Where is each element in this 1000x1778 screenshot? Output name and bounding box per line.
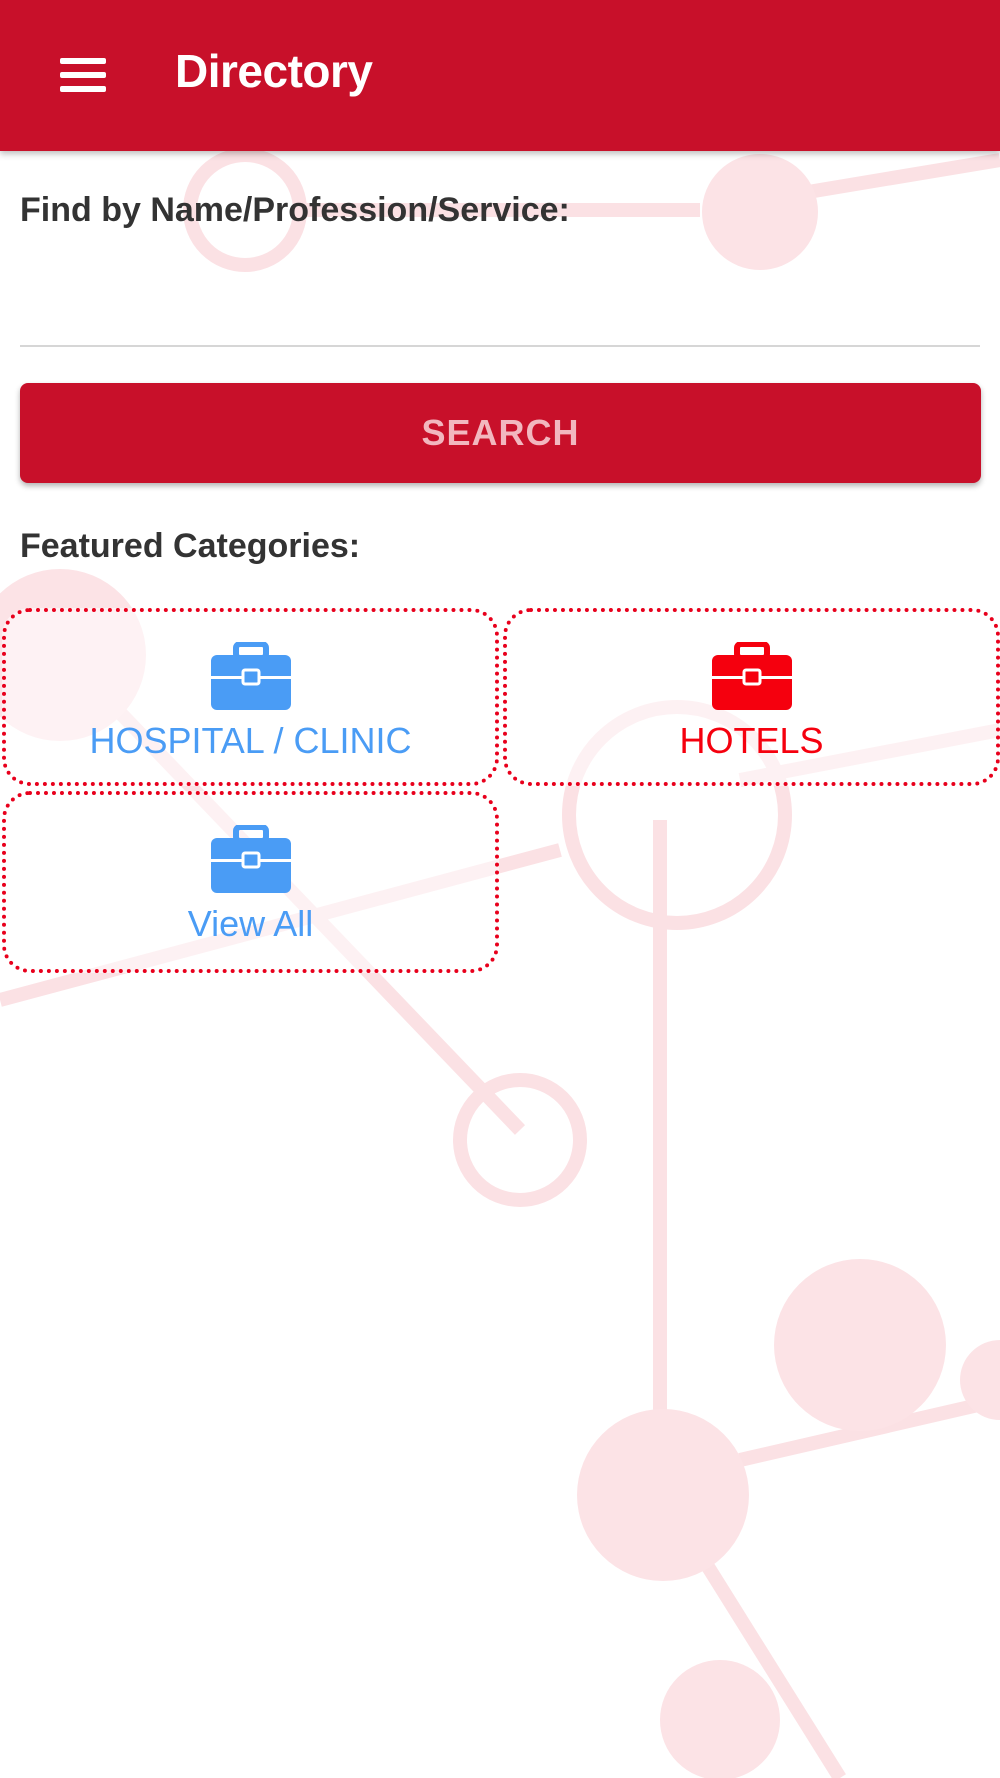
briefcase-icon (210, 642, 291, 710)
search-button[interactable]: SEARCH (20, 383, 981, 483)
search-label: Find by Name/Profession/Service: (20, 191, 570, 229)
menu-bar (60, 86, 106, 92)
category-view-all[interactable]: View All (2, 791, 499, 973)
category-label: View All (187, 903, 314, 944)
category-hotels[interactable]: HOTELS (503, 608, 1000, 786)
briefcase-icon (711, 642, 792, 710)
menu-bar (60, 58, 106, 64)
category-hospital-clinic[interactable]: HOSPITAL / CLINIC (2, 608, 499, 786)
hamburger-menu-icon[interactable] (52, 50, 114, 100)
briefcase-icon (210, 825, 291, 893)
menu-bar (60, 72, 106, 78)
category-label: HOSPITAL / CLINIC (89, 720, 412, 761)
app-bar: Directory (0, 0, 1000, 151)
category-label: HOTELS (679, 720, 824, 761)
featured-categories-label: Featured Categories: (20, 527, 361, 565)
page-title: Directory (175, 45, 373, 97)
search-input[interactable] (20, 271, 980, 347)
